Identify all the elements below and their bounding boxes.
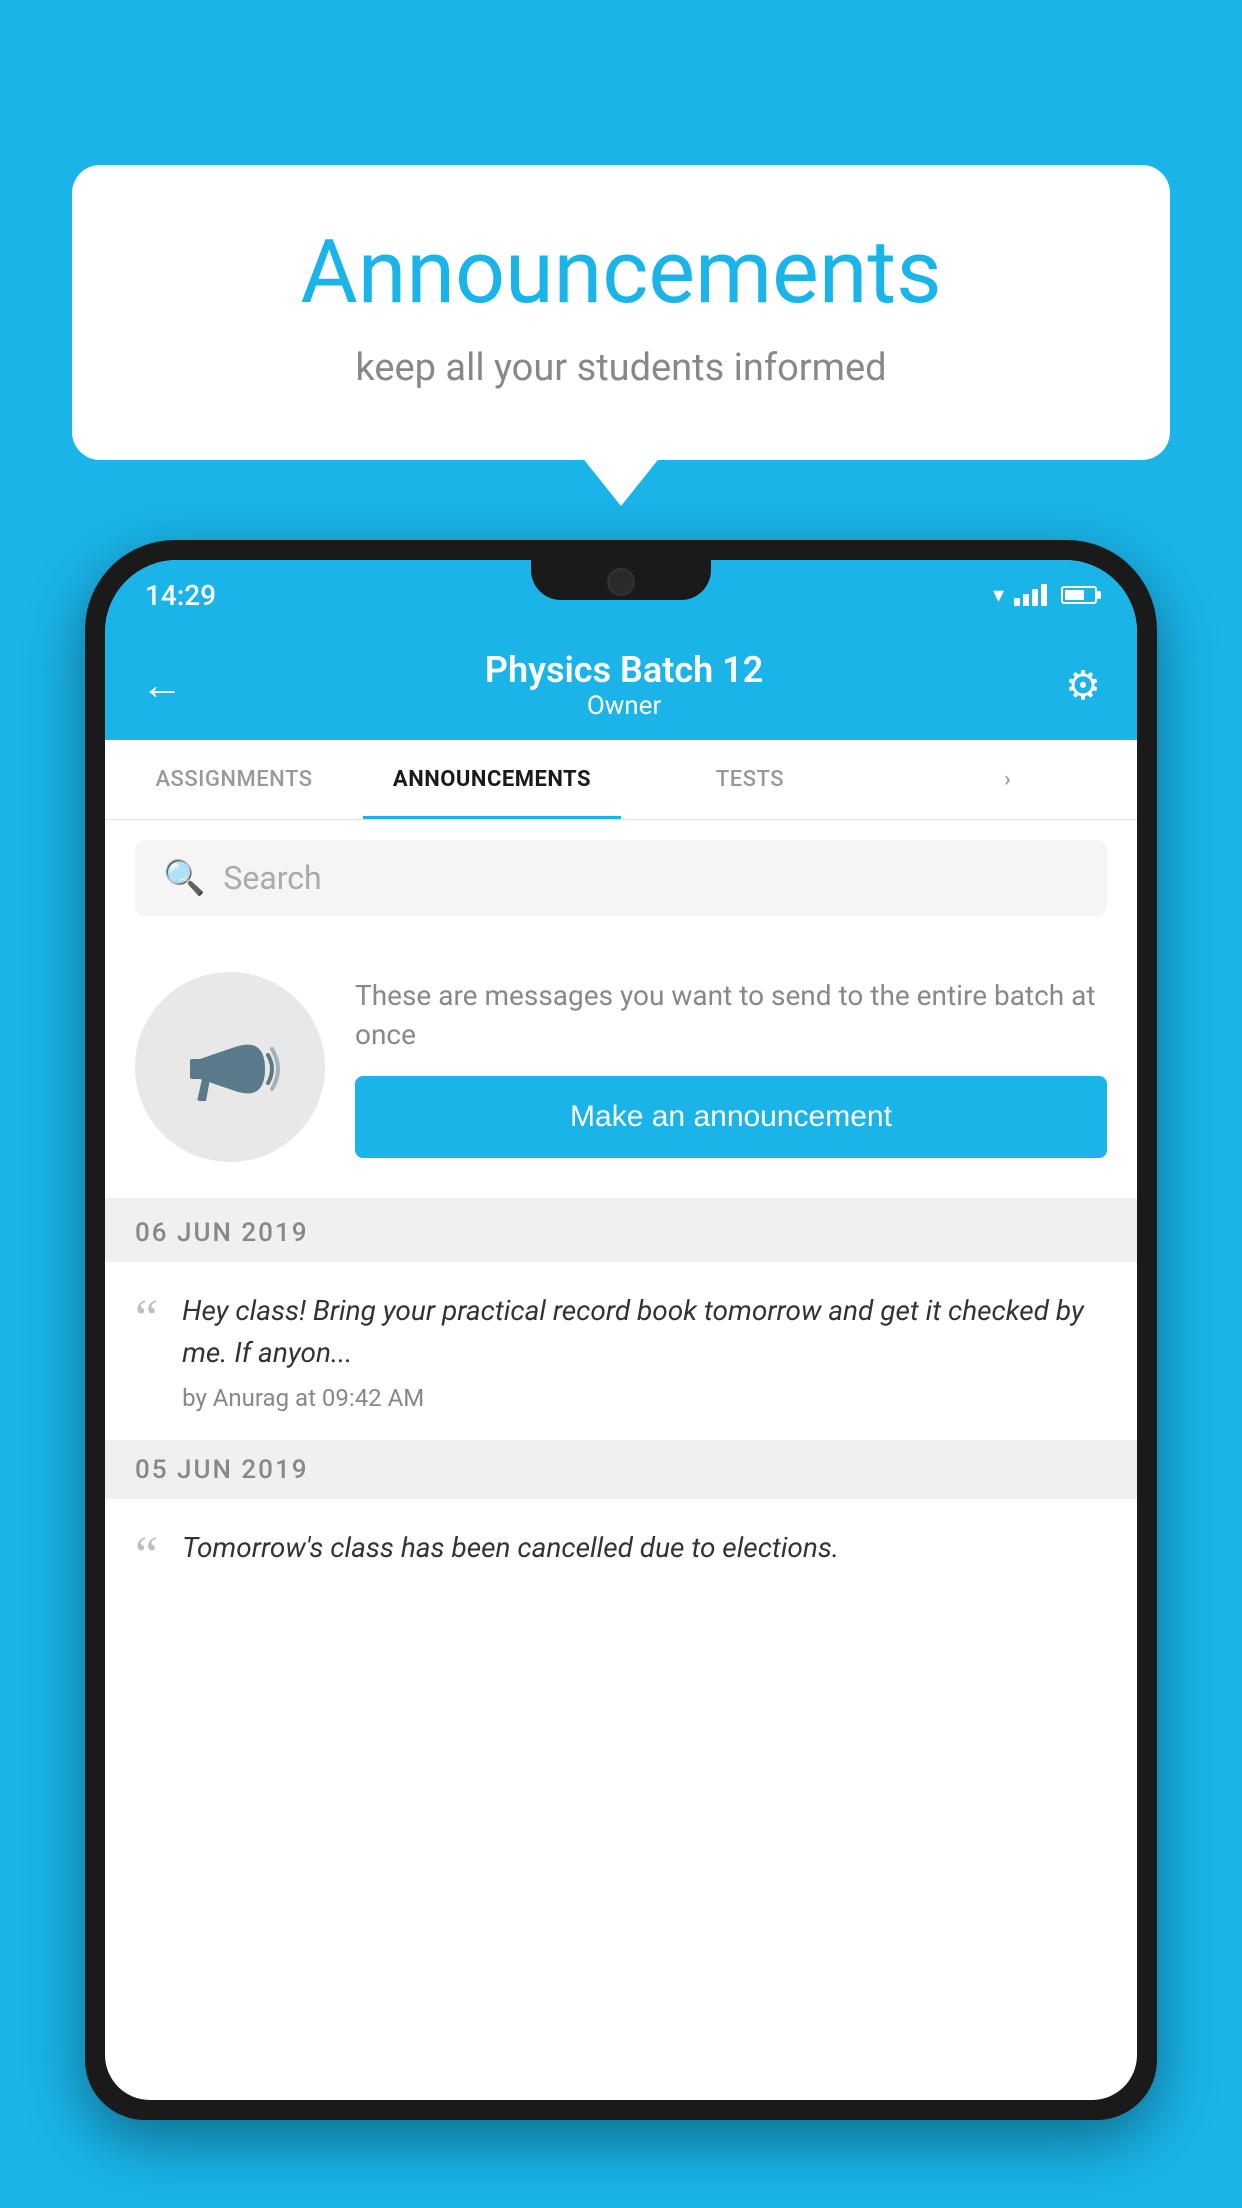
megaphone-icon [180,1017,280,1117]
phone-container: 14:29 ▾ [85,540,1157,2208]
date-divider-2: 05 JUN 2019 [105,1441,1137,1499]
quote-icon-2: “ [135,1535,158,1577]
speech-bubble: Announcements keep all your students inf… [72,165,1170,460]
announcement-text-2: Tomorrow's class has been cancelled due … [182,1527,1107,1569]
settings-icon[interactable]: ⚙ [1065,662,1101,709]
tab-assignments[interactable]: ASSIGNMENTS [105,740,363,819]
batch-title: Physics Batch 12 [485,649,763,691]
header-center: Physics Batch 12 Owner [485,649,763,721]
search-placeholder: Search [223,859,321,897]
bubble-title: Announcements [152,225,1090,322]
tab-announcements[interactable]: ANNOUNCEMENTS [363,740,621,819]
phone-notch [531,558,711,600]
status-icons: ▾ [993,583,1097,608]
announcement-content-1: Hey class! Bring your practical record b… [182,1290,1107,1412]
signal-bars-icon [1014,584,1047,606]
announcement-text-1: Hey class! Bring your practical record b… [182,1290,1107,1374]
batch-role: Owner [485,691,763,721]
promo-icon-circle [135,972,325,1162]
search-bar[interactable]: 🔍 Search [135,840,1107,916]
bubble-subtitle: keep all your students informed [152,346,1090,390]
promo-section: These are messages you want to send to t… [105,936,1137,1204]
date-divider-1: 06 JUN 2019 [105,1204,1137,1262]
announcement-item-1[interactable]: “ Hey class! Bring your practical record… [105,1262,1137,1441]
wifi-icon: ▾ [993,583,1004,608]
promo-description: These are messages you want to send to t… [355,976,1107,1054]
phone-camera [607,568,635,596]
tabs-container: ASSIGNMENTS ANNOUNCEMENTS TESTS › [105,740,1137,820]
back-button[interactable]: ← [141,661,183,710]
app-header: ← Physics Batch 12 Owner ⚙ [105,630,1137,740]
status-time: 14:29 [145,579,216,612]
tab-more[interactable]: › [879,740,1137,819]
search-container: 🔍 Search [105,820,1137,936]
tab-tests[interactable]: TESTS [621,740,879,819]
search-icon: 🔍 [163,858,205,898]
make-announcement-button[interactable]: Make an announcement [355,1076,1107,1158]
announcement-meta-1: by Anurag at 09:42 AM [182,1384,1107,1412]
announcement-item-2[interactable]: “ Tomorrow's class has been cancelled du… [105,1499,1137,1607]
quote-icon-1: “ [135,1298,158,1340]
announcement-content-2: Tomorrow's class has been cancelled due … [182,1527,1107,1579]
phone-outer: 14:29 ▾ [85,540,1157,2120]
phone-screen: 14:29 ▾ [105,560,1137,2100]
battery-icon [1061,586,1097,604]
speech-bubble-section: Announcements keep all your students inf… [72,165,1170,460]
promo-content: These are messages you want to send to t… [355,976,1107,1158]
